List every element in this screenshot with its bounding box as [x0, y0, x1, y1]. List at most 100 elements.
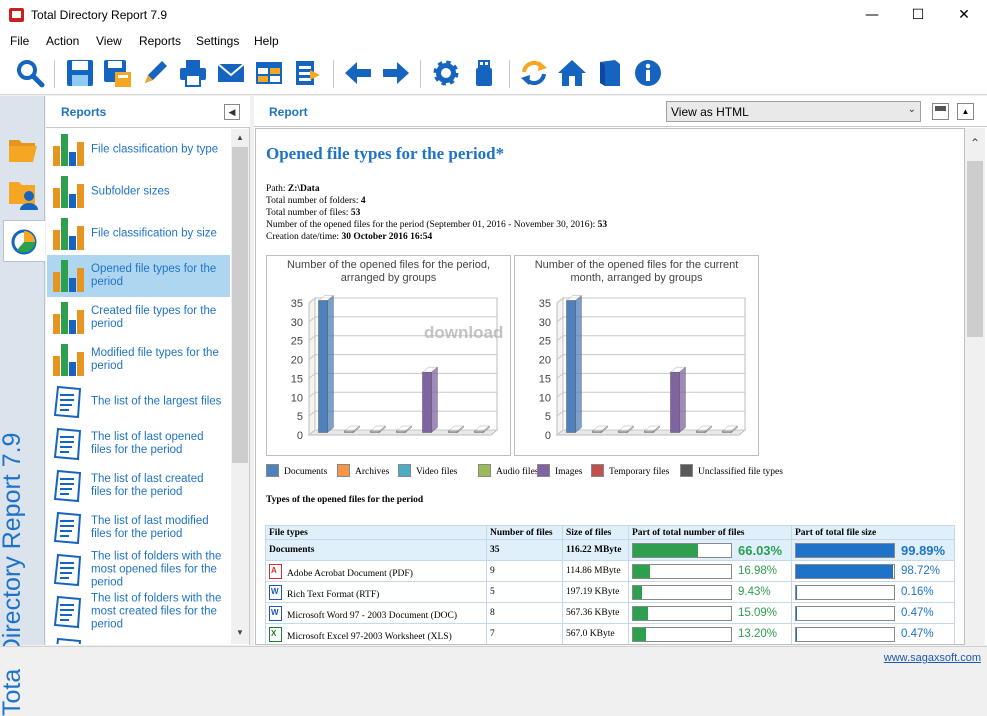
report-item-label: The list of the largest files	[91, 395, 222, 408]
menu-reports[interactable]: Reports	[139, 34, 181, 48]
folder-user-icon[interactable]	[7, 178, 39, 210]
y-tick-label: 10	[539, 392, 551, 404]
toolbar	[0, 52, 987, 95]
email-icon[interactable]	[216, 58, 246, 88]
report-item[interactable]: Modified file types for the period	[47, 339, 230, 381]
search-icon[interactable]	[15, 58, 45, 88]
menu-help[interactable]: Help	[254, 34, 279, 48]
maximize-button[interactable]: ☐	[895, 0, 941, 31]
report-item[interactable]: The list of folders with the	[47, 633, 230, 644]
back-icon[interactable]	[343, 58, 373, 88]
menu-action[interactable]: Action	[46, 34, 79, 48]
export-icon[interactable]	[292, 58, 322, 88]
usb-icon[interactable]	[469, 58, 499, 88]
legend-label: Archives	[355, 467, 390, 477]
cell-count: 5	[486, 581, 563, 603]
word-file-icon: W	[269, 584, 282, 600]
table-row: W Microsoft Word 97 - 2003 Document (DOC)…	[265, 602, 955, 624]
legend-label: Video files	[416, 467, 458, 477]
file-type-label: Microsoft Word 97 - 2003 Document (DOC)	[287, 610, 458, 621]
scroll-up-arrow[interactable]: ⌃	[970, 136, 980, 150]
report-item[interactable]: Subfolder sizes	[47, 171, 230, 213]
settings-icon[interactable]	[431, 58, 461, 88]
table-header-row: File types Number of files Size of files…	[265, 525, 955, 540]
reports-panel-header: Reports ◀	[46, 96, 250, 128]
save-as-icon[interactable]	[102, 58, 132, 88]
tab-reports-active[interactable]	[3, 220, 45, 262]
folder-open-icon[interactable]	[7, 136, 39, 164]
report-item[interactable]: The list of last modified files for the …	[47, 507, 230, 549]
y-tick-label: 35	[291, 298, 303, 310]
print-icon[interactable]	[178, 58, 208, 88]
report-item[interactable]: Opened file types for the period	[47, 255, 230, 297]
bar-chart-icon	[53, 134, 84, 166]
col-header: File types	[265, 525, 487, 540]
report-item[interactable]: The list of last opened files for the pe…	[47, 423, 230, 465]
close-button[interactable]: ✕	[941, 0, 987, 31]
menu-settings[interactable]: Settings	[196, 34, 239, 48]
view-mode-select[interactable]: View as HTML ⌄	[666, 101, 921, 122]
scrollbar-thumb[interactable]	[967, 161, 983, 337]
legend-item: Audio files	[478, 464, 538, 477]
reports-panel: Reports ◀ File classification by type Sub…	[46, 96, 250, 645]
progress-bar	[795, 542, 895, 558]
progress-bar	[795, 626, 895, 642]
title-bar: Total Directory Report 7.9 — ☐ ✕	[0, 0, 987, 31]
legend-swatch	[266, 464, 279, 477]
info-icon[interactable]	[633, 58, 663, 88]
info-path: Path: Z:\Data	[266, 184, 320, 194]
cell-part-size: 98.72%	[791, 560, 955, 582]
report-scrollbar[interactable]: ⌃	[965, 128, 985, 645]
book-icon[interactable]	[595, 58, 625, 88]
report-panel-header: Report View as HTML ⌄ ▲	[254, 96, 987, 127]
table-section-title: Types of the opened files for the period	[266, 495, 424, 505]
scroll-up-arrow[interactable]: ▲	[236, 133, 244, 142]
report-item-label: Opened file types for the period	[91, 263, 217, 288]
forward-icon[interactable]	[381, 58, 411, 88]
report-panel: Report View as HTML ⌄ ▲ Opened file types…	[254, 96, 987, 645]
minimize-button[interactable]: —	[849, 0, 895, 31]
y-tick-label: 30	[539, 317, 551, 329]
report-item[interactable]: The list of folders with the most create…	[47, 591, 230, 633]
collapse-up-button[interactable]: ▲	[957, 103, 974, 120]
reports-list: File classification by type Subfolder siz…	[47, 129, 230, 644]
menu-view[interactable]: View	[96, 34, 122, 48]
cell-file-type: W Microsoft Word 97 - 2003 Document (DOC)	[265, 602, 487, 624]
info-opened-files: Number of the opened files for the perio…	[266, 220, 608, 230]
col-header: Part of total file size	[791, 525, 955, 540]
info-creation-date: Creation date/time: 30 October 2016 16:5…	[266, 232, 433, 242]
cell-file-type: X Microsoft Excel 97-2003 Worksheet (XLS)	[265, 623, 487, 644]
report-item[interactable]: The list of folders with the most opened…	[47, 549, 230, 591]
report-item[interactable]: The list of the largest files	[47, 381, 230, 423]
toolbar-separator	[509, 60, 510, 88]
refresh-icon[interactable]	[519, 58, 549, 88]
toolbar-separator	[54, 60, 55, 88]
scroll-down-arrow[interactable]: ▼	[236, 628, 244, 637]
chart-bar	[565, 294, 583, 434]
website-link[interactable]: www.sagaxsoft.com	[884, 652, 981, 664]
percent-label: 99.89%	[901, 542, 946, 558]
cell-size: 197.19 KByte	[562, 581, 629, 603]
home-icon[interactable]	[557, 58, 587, 88]
legend-item: Temporary files	[591, 464, 669, 477]
report-panel-title: Report	[269, 105, 308, 119]
edit-icon[interactable]	[140, 58, 170, 88]
report-item-label: The list of last created files for the p…	[91, 473, 204, 498]
report-item[interactable]: File classification by size	[47, 213, 230, 255]
table-icon[interactable]	[254, 58, 284, 88]
layout-toggle-button[interactable]	[932, 103, 949, 120]
file-types-table: File types Number of files Size of files…	[265, 525, 955, 644]
y-tick-label: 25	[291, 336, 303, 348]
report-item[interactable]: File classification by type	[47, 129, 230, 171]
progress-bar	[632, 584, 732, 600]
reports-list-scrollbar[interactable]: ▲ ▼	[231, 129, 249, 644]
menu-file[interactable]: File	[10, 34, 29, 48]
file-type-label: Documents	[269, 545, 315, 555]
scrollbar-thumb[interactable]	[232, 147, 248, 463]
report-item[interactable]: The list of last created files for the p…	[47, 465, 230, 507]
cell-part-size: 0.47%	[791, 602, 955, 624]
collapse-panel-button[interactable]: ◀	[224, 104, 240, 120]
bar-chart-icon	[53, 344, 84, 376]
report-item[interactable]: Created file types for the period	[47, 297, 230, 339]
save-icon[interactable]	[65, 58, 95, 88]
